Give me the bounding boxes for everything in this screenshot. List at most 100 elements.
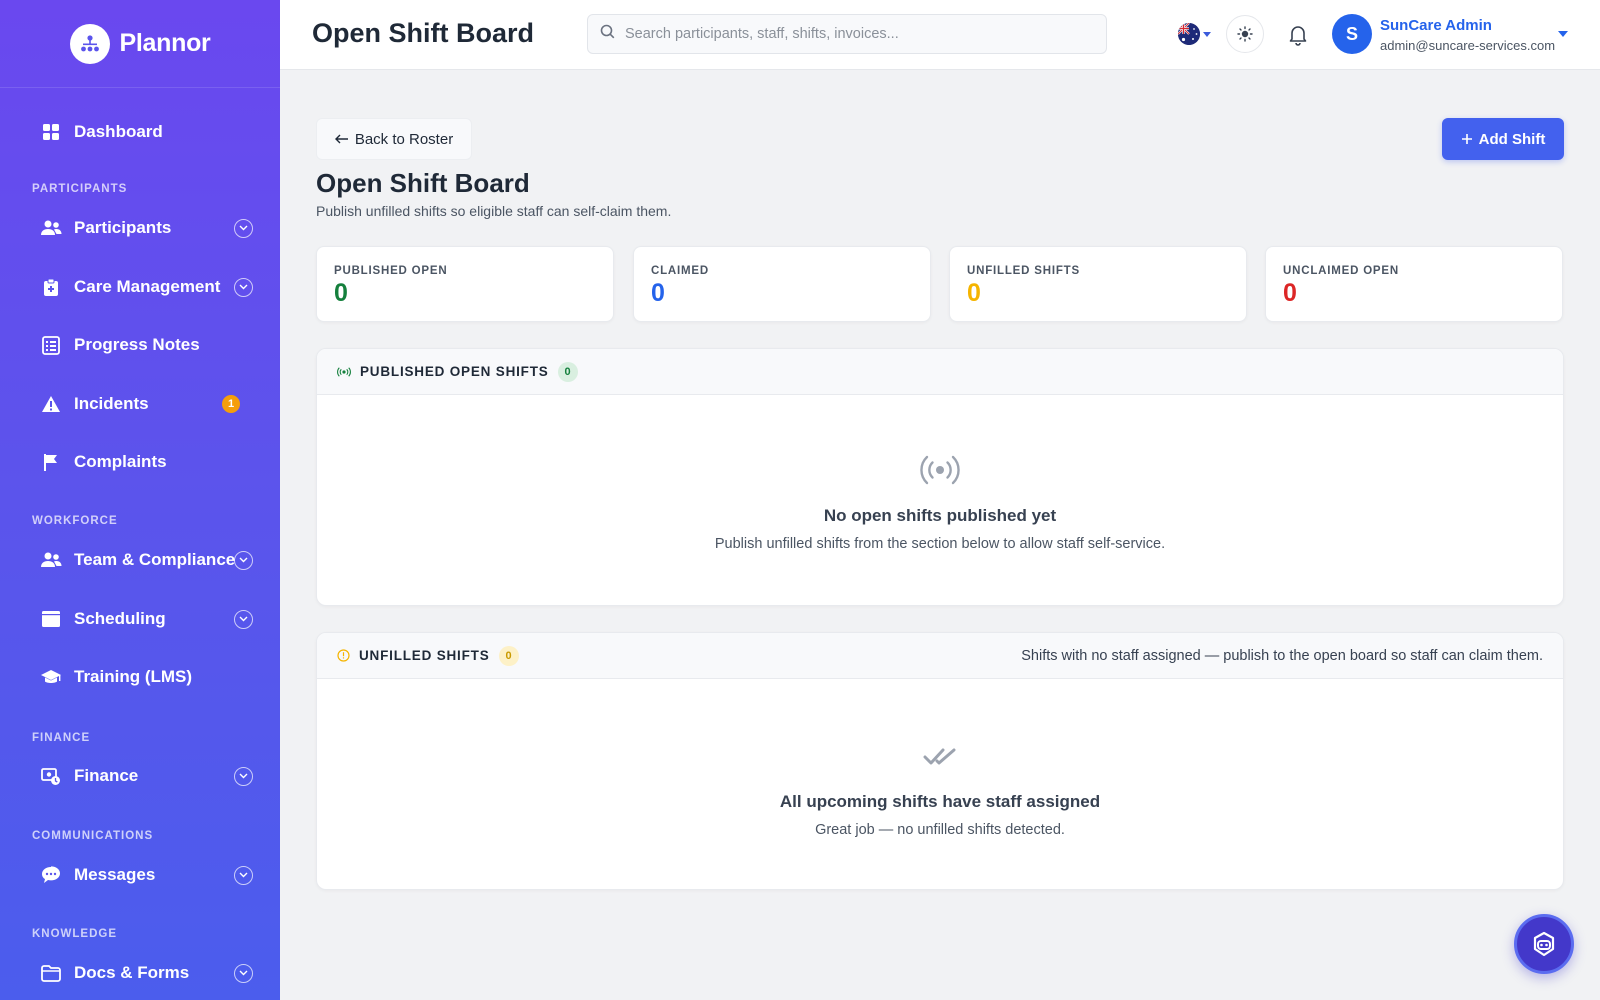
add-shift-label: Add Shift — [1478, 130, 1546, 148]
published-open-shifts-panel: PUBLISHED OPEN SHIFTS 0 No open shifts p… — [316, 348, 1564, 606]
double-check-icon — [923, 748, 956, 765]
users-icon — [40, 217, 62, 239]
sidebar-item-care-management[interactable]: Care Management — [0, 263, 280, 311]
sidebar-item-finance[interactable]: Finance — [0, 752, 280, 800]
back-to-roster-button[interactable]: Back to Roster — [316, 118, 472, 160]
notes-icon — [40, 334, 62, 356]
sidebar-item-messages[interactable]: Messages — [0, 851, 280, 899]
stat-value: 0 — [967, 279, 981, 307]
brand-name: Plannor — [119, 29, 211, 57]
empty-state-subtitle: Great job — no unfilled shifts detected. — [815, 822, 1065, 838]
stat-value: 0 — [334, 279, 348, 307]
chevron-down-icon[interactable] — [234, 963, 253, 983]
panel-title: PUBLISHED OPEN SHIFTS — [360, 364, 549, 379]
count-badge: 0 — [498, 645, 519, 666]
sidebar-item-scheduling[interactable]: Scheduling — [0, 595, 280, 643]
back-to-roster-label: Back to Roster — [354, 130, 454, 148]
stat-label: UNFILLED SHIFTS — [967, 265, 1080, 277]
header-title: Open Shift Board — [312, 18, 534, 48]
brand-logo-icon — [69, 23, 110, 64]
panel-title: UNFILLED SHIFTS — [359, 648, 490, 663]
sidebar-item-team-compliance[interactable]: Team & Compliance — [0, 536, 280, 584]
stat-value: 0 — [651, 279, 665, 307]
sidebar-item-label: Progress Notes — [74, 335, 200, 354]
chevron-down-icon[interactable] — [234, 609, 253, 629]
search-icon — [600, 24, 615, 44]
stat-label: UNCLAIMED OPEN — [1283, 265, 1399, 277]
clipboard-icon — [40, 276, 62, 298]
stat-card-unclaimed-open: UNCLAIMED OPEN 0 — [1265, 246, 1563, 322]
sun-icon — [1237, 26, 1253, 42]
finance-icon — [40, 765, 62, 787]
sidebar-item-label: Participants — [74, 218, 172, 237]
australia-flag-icon[interactable] — [1178, 23, 1200, 45]
user-menu-caret-icon[interactable] — [1558, 31, 1568, 37]
stat-card-published-open: PUBLISHED OPEN 0 — [316, 246, 614, 322]
add-shift-button[interactable]: Add Shift — [1442, 118, 1564, 160]
stat-label: PUBLISHED OPEN — [334, 265, 448, 277]
sidebar-item-label: Dashboard — [74, 122, 163, 141]
empty-state-subtitle: Publish unfilled shifts from the section… — [714, 536, 1166, 552]
plus-icon — [1461, 134, 1472, 144]
theme-toggle-button[interactable] — [1226, 15, 1264, 53]
sidebar-item-training[interactable]: Training (LMS) — [0, 653, 280, 701]
alert-circle-icon — [337, 649, 350, 662]
broadcast-icon — [920, 455, 960, 485]
chevron-down-icon[interactable] — [234, 766, 253, 786]
notifications-bell-icon[interactable] — [1286, 22, 1310, 46]
folder-icon — [40, 962, 62, 984]
language-caret-icon[interactable] — [1203, 32, 1211, 37]
warning-icon — [40, 393, 62, 415]
section-title-workforce: WORKFORCE — [32, 515, 118, 527]
count-badge: 0 — [557, 361, 578, 382]
broadcast-icon — [337, 366, 351, 377]
sidebar-item-progress-notes[interactable]: Progress Notes — [0, 321, 280, 369]
sidebar-item-label: Care Management — [74, 277, 221, 296]
sidebar-item-label: Training (LMS) — [74, 667, 193, 686]
brand[interactable]: Plannor — [0, 0, 280, 88]
section-title-finance: FINANCE — [32, 732, 91, 744]
panel-note: Shifts with no staff assigned — publish … — [1021, 647, 1543, 664]
page-title: Open Shift Board — [316, 168, 530, 198]
top-bar: Open Shift Board Search participants, st… — [280, 0, 1600, 70]
sidebar-item-label: Messages — [74, 865, 156, 884]
robot-icon — [1533, 931, 1555, 957]
sidebar-item-label: Docs & Forms — [74, 963, 190, 982]
sidebar-item-label: Scheduling — [74, 609, 166, 628]
sidebar-item-participants[interactable]: Participants — [0, 204, 280, 252]
sidebar-item-label: Finance — [74, 766, 139, 785]
empty-state-title: All upcoming shifts have staff assigned — [779, 792, 1101, 811]
search-input[interactable] — [625, 26, 1085, 42]
unfilled-shifts-panel: UNFILLED SHIFTS 0 Shifts with no staff a… — [316, 632, 1564, 890]
flag-icon — [40, 451, 62, 473]
empty-state-title: No open shifts published yet — [823, 506, 1057, 525]
chevron-down-icon[interactable] — [234, 218, 253, 238]
chevron-down-icon[interactable] — [234, 277, 253, 297]
chevron-down-icon[interactable] — [234, 865, 253, 885]
calendar-icon — [40, 608, 62, 630]
dashboard-icon — [40, 121, 62, 143]
section-title-knowledge: KNOWLEDGE — [32, 928, 118, 940]
arrow-left-icon — [334, 134, 348, 144]
stat-card-unfilled-shifts: UNFILLED SHIFTS 0 — [949, 246, 1247, 322]
chevron-down-icon[interactable] — [234, 550, 253, 570]
panel-header: PUBLISHED OPEN SHIFTS 0 — [317, 349, 1563, 395]
user-name[interactable]: SunCare Admin — [1380, 17, 1492, 34]
sidebar-item-incidents[interactable]: Incidents 1 — [0, 380, 280, 428]
chat-icon — [40, 864, 62, 886]
sidebar-item-dashboard[interactable]: Dashboard — [0, 108, 280, 156]
assistant-bot-button[interactable] — [1514, 914, 1574, 974]
sidebar-item-docs-forms[interactable]: Docs & Forms — [0, 949, 280, 997]
empty-state: No open shifts published yet Publish unf… — [317, 455, 1563, 552]
sidebar-item-label: Complaints — [74, 452, 167, 471]
sidebar-item-complaints[interactable]: Complaints — [0, 438, 280, 486]
user-email: admin@suncare-services.com — [1380, 38, 1556, 53]
avatar[interactable]: S — [1332, 14, 1372, 54]
stat-card-claimed: CLAIMED 0 — [633, 246, 931, 322]
search-box[interactable] — [587, 14, 1107, 54]
sidebar-item-label: Incidents — [74, 394, 149, 413]
sidebar: Plannor Dashboard PARTICIPANTS Participa… — [0, 0, 280, 1000]
stat-value: 0 — [1283, 279, 1297, 307]
graduation-cap-icon — [40, 666, 62, 688]
page-subtitle: Publish unfilled shifts so eligible staf… — [316, 203, 672, 219]
